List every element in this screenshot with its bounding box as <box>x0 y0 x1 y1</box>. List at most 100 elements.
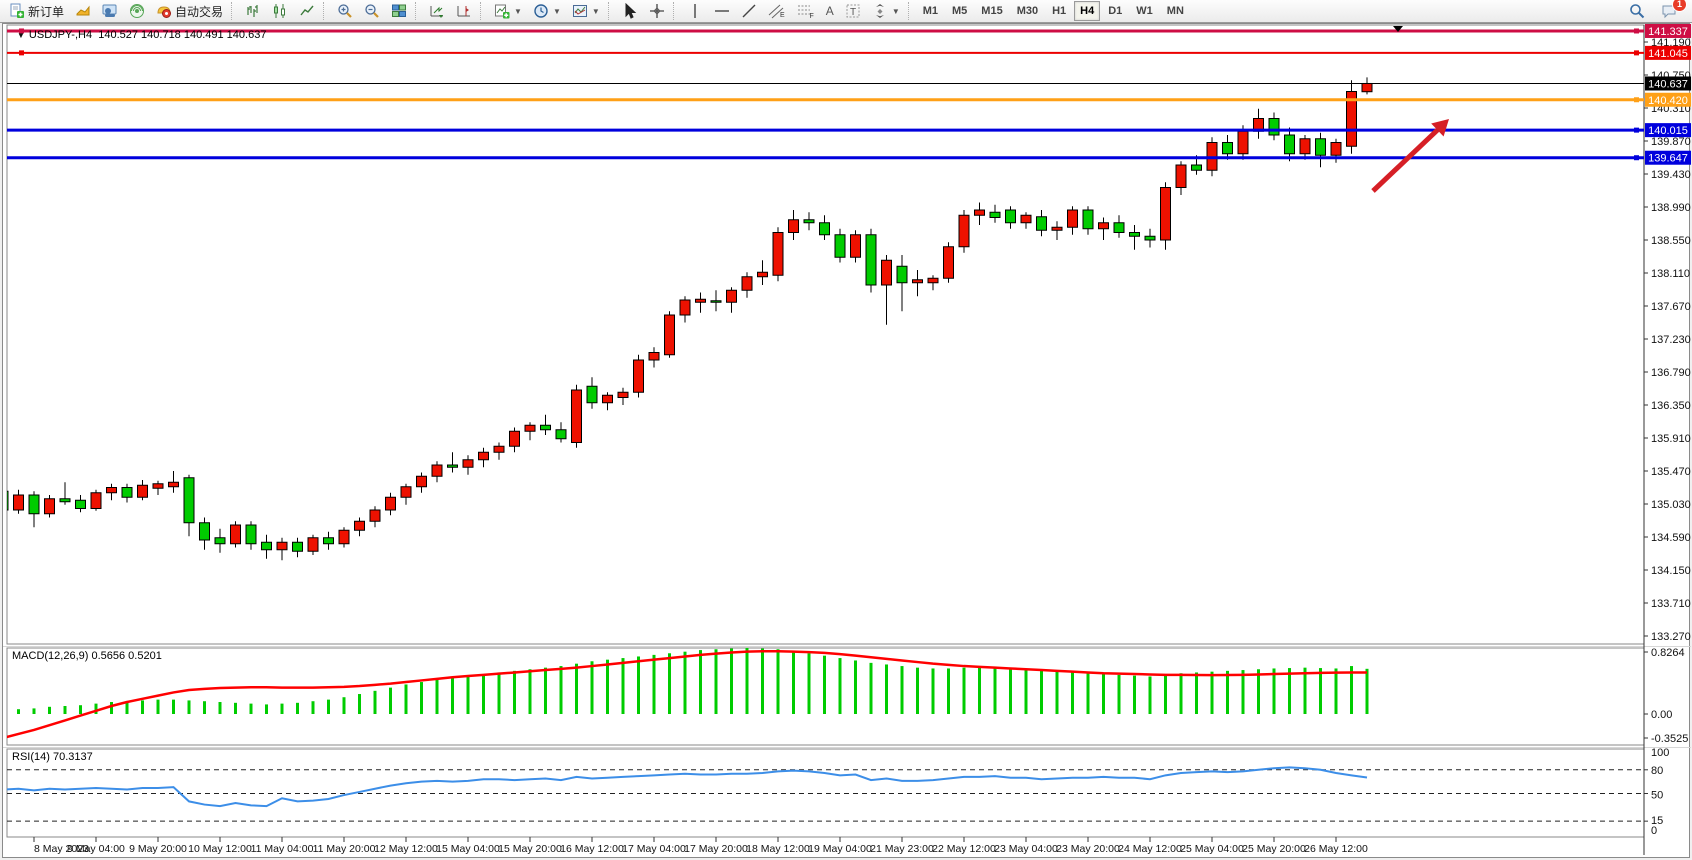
autotrading-button[interactable]: 自动交易 <box>151 0 228 22</box>
candle-up <box>913 280 923 283</box>
line-handle[interactable] <box>1634 28 1639 33</box>
line-handle[interactable] <box>1634 97 1639 102</box>
svg-text:E: E <box>780 12 785 19</box>
new-order-button[interactable]: 新订单 <box>4 0 69 22</box>
candle-down <box>1037 217 1047 231</box>
main-pane[interactable] <box>7 25 1644 644</box>
cursor-tool-button[interactable] <box>617 0 643 22</box>
candle-up <box>417 476 427 487</box>
candle-up <box>665 315 675 355</box>
toolbar-separator <box>480 2 486 20</box>
candlestick-chart-button[interactable] <box>267 0 293 22</box>
notifications-button[interactable]: 1 <box>1656 0 1682 22</box>
chart-title-symbol: USDJPY-,H4 <box>29 29 92 41</box>
tile-windows-button[interactable] <box>386 0 412 22</box>
candle-down <box>1223 143 1233 154</box>
candle-down <box>1006 210 1016 223</box>
candle-up <box>603 395 613 403</box>
horizontal-line-tool-button[interactable] <box>709 0 735 22</box>
macd-tick-label: -0.3525 <box>1651 733 1688 745</box>
timeframe-d1[interactable]: D1 <box>1102 1 1128 21</box>
signals-button[interactable] <box>124 0 150 22</box>
vertical-line-tool-button[interactable] <box>682 0 708 22</box>
crosshair-tool-button[interactable] <box>644 0 670 22</box>
candle-up <box>401 487 411 498</box>
trendline-tool-button[interactable] <box>736 0 762 22</box>
candle-down <box>1192 165 1202 170</box>
candle-down <box>1145 236 1155 240</box>
candle-up <box>339 530 349 544</box>
chart-shift-button[interactable] <box>451 0 477 22</box>
candle-down <box>293 542 303 551</box>
price-tag-label: 140.420 <box>1648 95 1688 107</box>
timeframe-group: M1M5M15M30H1H4D1W1MN <box>917 1 1190 21</box>
time-tick-label: 26 May 12:00 <box>1304 843 1368 855</box>
bar-chart-button[interactable] <box>240 0 266 22</box>
zoom-in-button[interactable] <box>332 0 358 22</box>
timeframe-h4[interactable]: H4 <box>1074 1 1100 21</box>
zoom-out-icon <box>364 3 380 19</box>
equidistant-channel-tool-button[interactable]: E <box>763 0 791 22</box>
time-tick-label: 9 May 20:00 <box>129 843 187 855</box>
candle-down <box>866 235 876 285</box>
chart-window[interactable]: 141.190140.750140.310139.870139.430138.9… <box>2 23 1690 858</box>
dropdown-caret: ▼ <box>892 7 900 16</box>
search-button[interactable] <box>1624 0 1650 22</box>
candle-down <box>897 266 907 283</box>
candle-up <box>1362 83 1372 91</box>
line-chart-icon <box>299 3 315 19</box>
dropdown-caret: ▼ <box>553 7 561 16</box>
line-handle[interactable] <box>19 50 24 55</box>
candle-up <box>277 542 287 550</box>
candle-down <box>835 235 845 258</box>
line-chart-button[interactable] <box>294 0 320 22</box>
candle-down <box>262 542 272 550</box>
gold-icon <box>75 3 91 19</box>
timeframe-mn[interactable]: MN <box>1161 1 1190 21</box>
chart-canvas[interactable]: 141.190140.750140.310139.870139.430138.9… <box>3 24 1691 858</box>
time-tick-label: 25 May 04:00 <box>1180 843 1244 855</box>
chart-title-ohlc: 140.527 140.718 140.491 140.637 <box>98 29 266 41</box>
candle-up <box>386 497 396 510</box>
timeframe-m15[interactable]: M15 <box>975 1 1008 21</box>
candle-up <box>1331 143 1341 156</box>
text-label-tool-button[interactable]: T <box>840 0 866 22</box>
price-tick-label: 138.550 <box>1651 235 1691 247</box>
candle-down <box>1114 223 1124 233</box>
timeframe-h1[interactable]: H1 <box>1046 1 1072 21</box>
crosshair-icon <box>649 3 665 19</box>
periods-button[interactable]: ▼ <box>528 0 566 22</box>
candle-down <box>215 538 225 544</box>
candle-down <box>1285 135 1295 154</box>
fibonacci-tool-button[interactable]: F <box>792 0 820 22</box>
timeframe-m1[interactable]: M1 <box>917 1 944 21</box>
line-handle[interactable] <box>1634 128 1639 133</box>
indicators-button[interactable]: ▼ <box>489 0 527 22</box>
line-handle[interactable] <box>1634 155 1639 160</box>
candle-up <box>634 360 644 392</box>
zoom-out-button[interactable] <box>359 0 385 22</box>
text-tool-button[interactable]: A <box>821 0 839 22</box>
time-tick-label: 11 May 04:00 <box>251 843 314 855</box>
bar-chart-icon <box>245 3 261 19</box>
candle-up <box>138 485 148 497</box>
candle-down <box>556 430 566 439</box>
market-button[interactable] <box>70 0 96 22</box>
profile-button[interactable] <box>97 0 123 22</box>
timeframe-m5[interactable]: M5 <box>946 1 973 21</box>
timeframe-m30[interactable]: M30 <box>1011 1 1044 21</box>
price-tick-label: 137.230 <box>1651 334 1691 346</box>
timeframe-w1[interactable]: W1 <box>1130 1 1159 21</box>
line-handle[interactable] <box>1634 50 1639 55</box>
time-tick-label: 19 May 04:00 <box>808 843 872 855</box>
arrows-tool-button[interactable]: ▼ <box>867 0 905 22</box>
time-tick-label: 9 May 04:00 <box>67 843 125 855</box>
clock-icon <box>533 3 549 19</box>
toolbar-separator <box>323 2 329 20</box>
time-tick-label: 10 May 12:00 <box>188 843 252 855</box>
autoscroll-button[interactable] <box>424 0 450 22</box>
templates-button[interactable]: ▼ <box>567 0 605 22</box>
candle-up <box>1238 131 1248 154</box>
candle-up <box>618 392 628 397</box>
price-tick-label: 136.350 <box>1651 400 1691 412</box>
